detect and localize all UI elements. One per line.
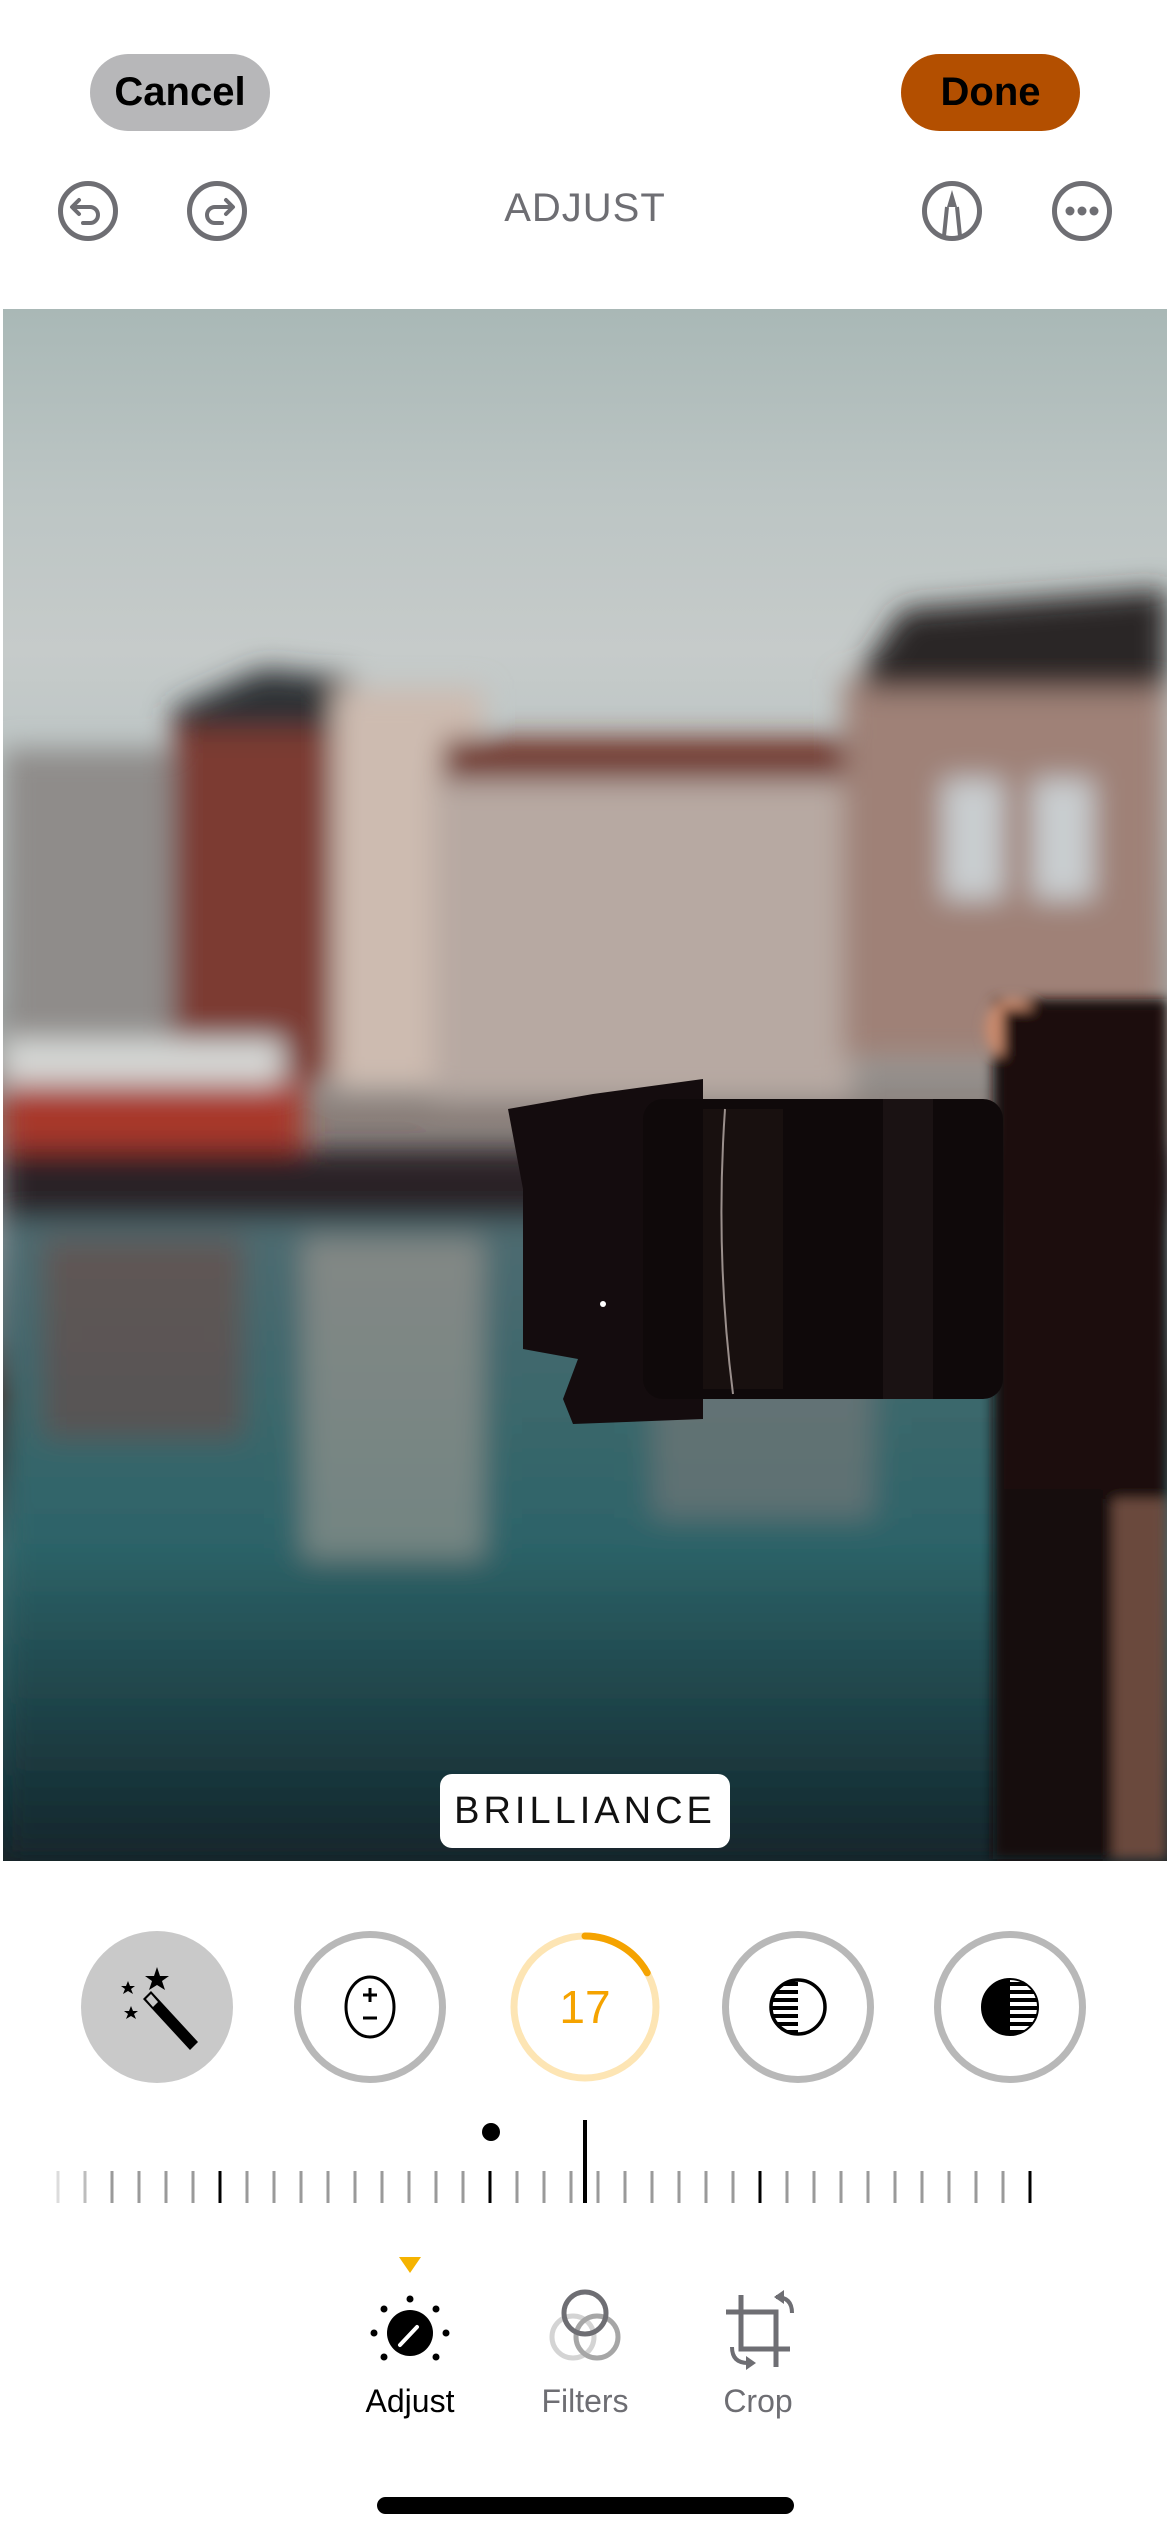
crop-rotate-icon <box>726 2290 794 2370</box>
auto-enhance-button[interactable] <box>81 1931 233 2083</box>
markup-button[interactable] <box>921 180 983 242</box>
magic-wand-icon <box>121 1967 198 2050</box>
more-icon <box>1052 181 1112 241</box>
slider-tick <box>299 2171 303 2203</box>
shadows-icon <box>981 1978 1039 2036</box>
exposure-button[interactable] <box>294 1931 446 2083</box>
slider-tick <box>380 2171 384 2203</box>
slider-tick <box>893 2171 897 2203</box>
active-tab-indicator <box>399 2257 421 2273</box>
slider-tick <box>110 2171 114 2203</box>
slider-tick <box>245 2171 249 2203</box>
slider-tick <box>272 2171 276 2203</box>
adjust-dial-icon <box>370 2295 450 2361</box>
slider-tick <box>596 2171 600 2203</box>
adjustment-name-label: BRILLIANCE <box>440 1774 730 1848</box>
slider-tick <box>974 2171 978 2203</box>
slider-tick <box>515 2171 519 2203</box>
slider-tick <box>677 2171 681 2203</box>
home-indicator[interactable] <box>377 2497 794 2514</box>
slider-tick <box>839 2171 843 2203</box>
slider-tick <box>83 2171 87 2203</box>
cancel-button[interactable]: Cancel <box>90 54 270 131</box>
markup-icon <box>922 181 982 241</box>
slider-tick <box>542 2171 546 2203</box>
slider-tick <box>947 2171 951 2203</box>
tab-filters[interactable]: Filters <box>500 2285 670 2425</box>
slider-tick <box>56 2171 60 2203</box>
slider-tick <box>407 2171 411 2203</box>
slider-tick <box>569 2171 573 2203</box>
slider-tick <box>731 2171 735 2203</box>
slider-tick <box>461 2171 465 2203</box>
slider-tick <box>1001 2171 1005 2203</box>
tab-adjust-label: Adjust <box>365 2383 455 2419</box>
photo-preview[interactable]: BRILLIANCE <box>3 309 1167 1861</box>
tab-crop[interactable]: Crop <box>673 2285 843 2425</box>
slider-tick <box>812 2171 816 2203</box>
slider-tick <box>623 2171 627 2203</box>
slider-tick <box>704 2171 708 2203</box>
slider-zero-marker <box>482 2123 500 2141</box>
photo-image <box>3 589 1167 1861</box>
slider-current-indicator[interactable] <box>583 2120 587 2203</box>
slider-major-tick <box>758 2171 762 2203</box>
filters-icon <box>549 2289 621 2361</box>
slider-tick <box>353 2171 357 2203</box>
slider-tick <box>785 2171 789 2203</box>
adjustment-slider[interactable] <box>0 2110 1170 2210</box>
exposure-icon <box>344 1975 396 2039</box>
slider-tick <box>326 2171 330 2203</box>
brilliance-button[interactable]: 17 <box>509 1931 661 2083</box>
slider-major-tick <box>488 2171 492 2203</box>
more-button[interactable] <box>1051 180 1113 242</box>
slider-ruler[interactable] <box>0 2110 1170 2210</box>
slider-tick <box>866 2171 870 2203</box>
slider-tick <box>650 2171 654 2203</box>
slider-tick <box>434 2171 438 2203</box>
slider-major-tick <box>218 2171 222 2203</box>
tab-adjust[interactable]: Adjust <box>325 2285 495 2425</box>
slider-tick <box>191 2171 195 2203</box>
tab-filters-label: Filters <box>541 2383 629 2419</box>
highlights-button[interactable] <box>722 1931 874 2083</box>
done-button[interactable]: Done <box>901 54 1080 131</box>
page-title: ADJUST <box>504 186 666 230</box>
slider-tick <box>164 2171 168 2203</box>
slider-tick <box>920 2171 924 2203</box>
slider-major-tick <box>1028 2171 1032 2203</box>
brilliance-value: 17 <box>559 1981 611 2033</box>
tab-crop-label: Crop <box>723 2383 793 2419</box>
shadows-button[interactable] <box>934 1931 1086 2083</box>
slider-tick <box>137 2171 141 2203</box>
highlights-icon <box>769 1978 827 2036</box>
